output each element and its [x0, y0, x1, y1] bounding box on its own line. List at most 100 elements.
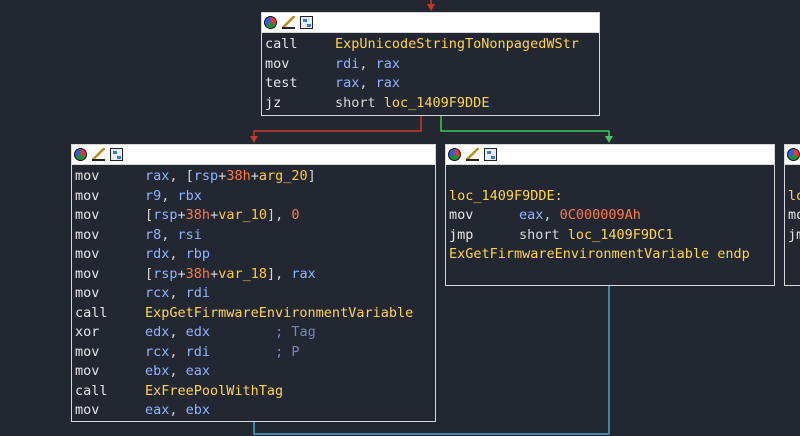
register-operand[interactable]: r9 — [145, 188, 161, 204]
mnemonic[interactable]: mov — [75, 401, 145, 421]
mnemonic[interactable]: jm — [788, 226, 800, 246]
mnemonic[interactable]: jz — [265, 94, 335, 114]
stack-variable-operand[interactable]: var_10 — [218, 207, 267, 223]
instruction-line[interactable]: loc_1409F9DDE: — [449, 187, 771, 207]
code-block-right[interactable]: lo mojm — [784, 144, 800, 286]
graph-icon[interactable] — [110, 148, 123, 161]
symbol-operand[interactable]: ExFreePoolWithTag — [145, 383, 283, 399]
rename-icon[interactable] — [282, 16, 295, 29]
graph-icon[interactable] — [484, 148, 497, 161]
rename-icon[interactable] — [466, 148, 479, 161]
color-wheel-icon[interactable] — [264, 16, 277, 29]
mnemonic[interactable]: jmp — [449, 226, 519, 246]
instruction-line[interactable]: mov r9, rbx — [75, 187, 432, 207]
register-operand[interactable]: eax — [186, 363, 210, 379]
mnemonic[interactable]: mov — [75, 187, 145, 207]
mnemonic[interactable]: call — [265, 35, 335, 55]
instruction-line[interactable]: mov rdx, rbp — [75, 245, 432, 265]
code-block-left[interactable]: mov rax, [rsp+38h+arg_20] mov r9, rbx mov [rs… — [71, 144, 436, 422]
register-operand[interactable]: ebx — [186, 402, 210, 418]
instruction-line[interactable]: test rax, rax — [265, 74, 596, 94]
instruction-line[interactable]: jm — [788, 226, 800, 246]
color-wheel-icon[interactable] — [448, 148, 461, 161]
instruction-line[interactable]: jz short loc_1409F9DDE — [265, 94, 596, 114]
mnemonic[interactable]: mov — [449, 206, 519, 226]
register-operand[interactable]: rax — [376, 56, 400, 72]
register-operand[interactable]: rsi — [178, 227, 202, 243]
register-operand[interactable]: rdi — [186, 285, 210, 301]
register-operand[interactable]: edx — [145, 324, 169, 340]
register-operand[interactable]: rbx — [178, 188, 202, 204]
graph-view[interactable]: call ExpUnicodeStringToNonpagedWStr mov rdi… — [0, 0, 800, 436]
mnemonic[interactable]: mov — [75, 245, 145, 265]
instruction-line[interactable]: mov ebx, eax — [75, 362, 432, 382]
stack-variable-operand[interactable]: arg_20 — [259, 168, 308, 184]
instruction-line[interactable]: mov rax, [rsp+38h+arg_20] — [75, 167, 432, 187]
mnemonic[interactable]: call — [75, 382, 145, 402]
number-operand[interactable]: 38h — [186, 207, 210, 223]
mnemonic[interactable]: xor — [75, 323, 145, 343]
instruction-line[interactable]: mov r8, rsi — [75, 226, 432, 246]
instruction-line[interactable]: mov [rsp+38h+var_10], 0 — [75, 206, 432, 226]
instruction-line[interactable]: mov eax, 0C000009Ah — [449, 206, 771, 226]
stack-variable-operand[interactable]: var_18 — [218, 266, 267, 282]
instruction-line[interactable]: jmp short loc_1409F9DC1 — [449, 226, 771, 246]
instruction-line[interactable]: xor edx, edx ; Tag — [75, 323, 432, 343]
instruction-line[interactable]: call ExpUnicodeStringToNonpagedWStr — [265, 35, 596, 55]
instruction-line[interactable]: mov rcx, rdi — [75, 284, 432, 304]
mnemonic[interactable]: mov — [75, 343, 145, 363]
mnemonic[interactable]: mo — [788, 206, 800, 226]
register-operand[interactable]: rbp — [186, 246, 210, 262]
code-label[interactable]: loc_1409F9DDE: — [449, 188, 563, 204]
register-operand[interactable]: r8 — [145, 227, 161, 243]
mnemonic[interactable]: mov — [75, 265, 145, 285]
instruction-line[interactable]: lo — [788, 187, 800, 207]
code-label[interactable]: ExGetFirmwareEnvironmentVariable endp — [449, 246, 750, 262]
mnemonic[interactable]: mov — [75, 226, 145, 246]
symbol-operand[interactable]: loc_1409F9DC1 — [568, 227, 674, 243]
register-operand[interactable]: rax — [145, 168, 169, 184]
mnemonic[interactable]: mov — [265, 55, 335, 75]
number-operand[interactable]: 0C000009Ah — [560, 207, 641, 223]
code-block-middle[interactable]: loc_1409F9DDE: mov eax, 0C000009Ah jmp short… — [445, 144, 775, 286]
instruction-line[interactable]: call ExpGetFirmwareEnvironmentVariable — [75, 304, 432, 324]
register-operand[interactable]: rax — [376, 75, 400, 91]
register-operand[interactable]: rdi — [186, 344, 210, 360]
instruction-line[interactable]: call ExFreePoolWithTag — [75, 382, 432, 402]
register-operand[interactable]: edx — [186, 324, 210, 340]
symbol-operand[interactable]: ExpGetFirmwareEnvironmentVariable — [145, 305, 413, 321]
mnemonic[interactable]: test — [265, 74, 335, 94]
register-operand[interactable]: eax — [145, 402, 169, 418]
register-operand[interactable]: rsp — [153, 266, 177, 282]
register-operand[interactable]: ebx — [145, 363, 169, 379]
mnemonic[interactable]: mov — [75, 167, 145, 187]
register-operand[interactable]: rsp — [153, 207, 177, 223]
instruction-line[interactable] — [449, 167, 771, 187]
symbol-operand[interactable]: loc_1409F9DDE — [384, 95, 490, 111]
register-operand[interactable]: rsp — [194, 168, 218, 184]
instruction-line[interactable]: mov rcx, rdi ; P — [75, 343, 432, 363]
instruction-line[interactable]: mov rdi, rax — [265, 55, 596, 75]
code-label[interactable]: lo — [788, 188, 800, 204]
register-operand[interactable]: rcx — [145, 344, 169, 360]
mnemonic[interactable]: call — [75, 304, 145, 324]
instruction-line[interactable] — [788, 167, 800, 187]
mnemonic[interactable]: mov — [75, 362, 145, 382]
mnemonic[interactable]: mov — [75, 206, 145, 226]
rename-icon[interactable] — [92, 148, 105, 161]
instruction-line[interactable]: mo — [788, 206, 800, 226]
instruction-line[interactable]: ExGetFirmwareEnvironmentVariable endp — [449, 245, 771, 265]
register-operand[interactable]: rax — [335, 75, 359, 91]
register-operand[interactable]: rdi — [335, 56, 359, 72]
instruction-line[interactable]: mov [rsp+38h+var_18], rax — [75, 265, 432, 285]
register-operand[interactable]: rdx — [145, 246, 169, 262]
instruction-line[interactable]: mov eax, ebx — [75, 401, 432, 421]
mnemonic[interactable]: mov — [75, 284, 145, 304]
number-operand[interactable]: 0 — [291, 207, 299, 223]
register-operand[interactable]: eax — [519, 207, 543, 223]
number-operand[interactable]: 38h — [226, 168, 250, 184]
register-operand[interactable]: rcx — [145, 285, 169, 301]
color-wheel-icon[interactable] — [787, 148, 800, 161]
graph-icon[interactable] — [300, 16, 313, 29]
code-block-top[interactable]: call ExpUnicodeStringToNonpagedWStr mov rdi… — [261, 12, 600, 116]
